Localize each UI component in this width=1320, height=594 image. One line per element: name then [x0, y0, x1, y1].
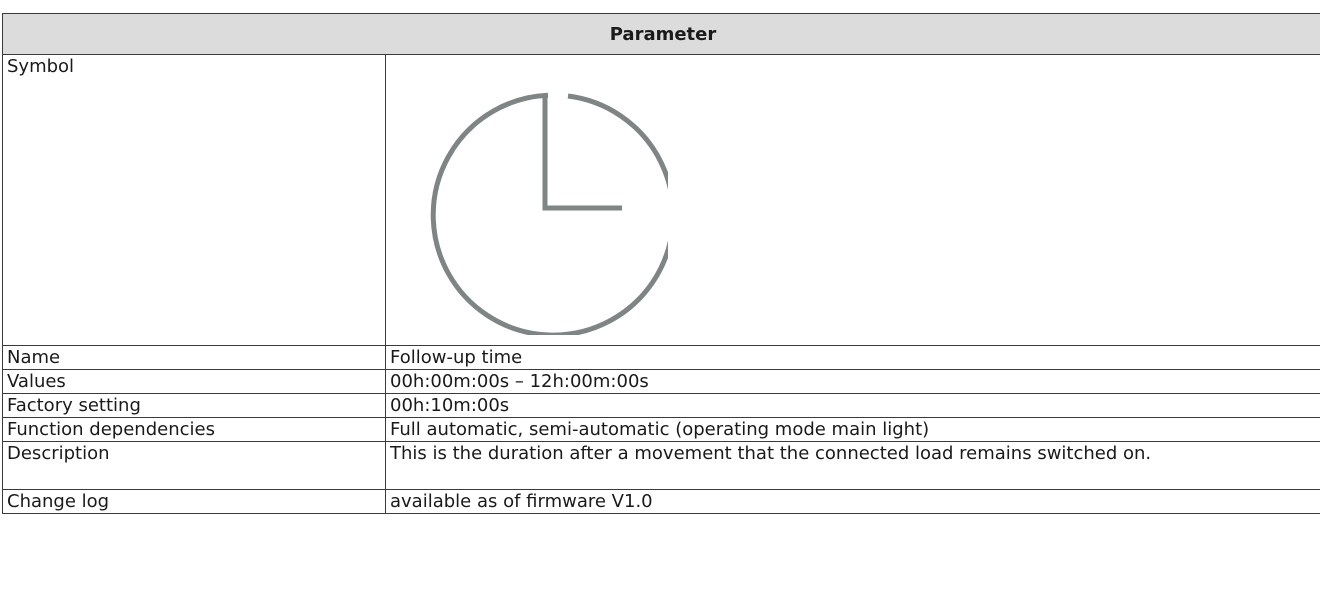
row-label: Change log — [2, 489, 386, 514]
header-row: Parameter — [2, 13, 1320, 55]
table-row: Values 00h:00m:00s – 12h:00m:00s — [2, 369, 1320, 394]
row-label: Function dependencies — [2, 417, 386, 442]
symbol-label: Symbol — [2, 54, 386, 346]
table-header: Parameter — [2, 13, 1320, 55]
row-label: Factory setting — [2, 393, 386, 418]
row-value: Follow-up time — [385, 345, 1320, 370]
table-row: Factory setting 00h:10m:00s — [2, 393, 1320, 418]
clock-icon — [418, 85, 676, 341]
row-value: This is the duration after a movement th… — [385, 441, 1320, 490]
table-row: Name Follow-up time — [2, 345, 1320, 370]
parameter-table: Parameter Symbol Name Follow-up time Val… — [2, 13, 1320, 514]
row-value: Full automatic, semi-automatic (operatin… — [385, 417, 1320, 442]
symbol-row: Symbol — [2, 54, 1320, 346]
row-value: available as of firmware V1.0 — [385, 489, 1320, 514]
table-row: Change log available as of firmware V1.0 — [2, 489, 1320, 514]
row-value: 00h:00m:00s – 12h:00m:00s — [385, 369, 1320, 394]
table-row: Function dependencies Full automatic, se… — [2, 417, 1320, 442]
row-value: 00h:10m:00s — [385, 393, 1320, 418]
row-label: Name — [2, 345, 386, 370]
row-label: Values — [2, 369, 386, 394]
symbol-value — [385, 54, 1320, 346]
table-row: Description This is the duration after a… — [2, 441, 1320, 490]
row-label: Description — [2, 441, 386, 490]
